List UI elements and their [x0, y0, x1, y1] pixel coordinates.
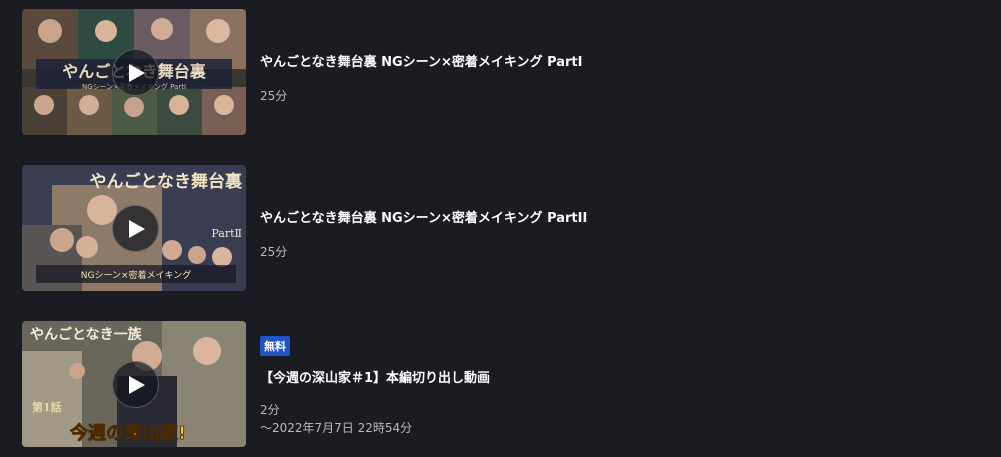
play-button[interactable]	[112, 205, 159, 252]
episode-duration: 2分	[260, 403, 280, 417]
episode-duration: 25分	[260, 245, 288, 259]
episode-title[interactable]: やんごとなき舞台裏 NGシーン×密着メイキング PartI	[260, 51, 582, 70]
episode-thumbnail[interactable]: やんごとなき舞台裏 NGシーン×密着メイキング PartⅠ	[22, 9, 246, 135]
thumbnail-title-text: やんごとなき舞台裏	[90, 171, 243, 192]
play-icon	[129, 375, 145, 394]
thumbnail-caption-text: 今週の深山家!	[70, 422, 186, 444]
thumbnail-title-text: やんごとなき一族	[30, 326, 143, 343]
episode-duration: 25分	[260, 89, 288, 103]
play-icon	[129, 63, 145, 82]
episode-info: やんごとなき舞台裏 NGシーン×密着メイキング PartII 25分	[260, 165, 900, 291]
episode-thumbnail[interactable]: やんごとなき一族 第1話 今週の深山家!	[22, 321, 246, 447]
play-button[interactable]	[112, 361, 159, 408]
play-button[interactable]	[112, 49, 159, 96]
episode-list: やんごとなき舞台裏 NGシーン×密着メイキング PartⅠ やんごとなき舞台裏 …	[0, 0, 1001, 457]
episode-title[interactable]: やんごとなき舞台裏 NGシーン×密着メイキング PartII	[260, 207, 587, 226]
episode-item[interactable]: やんごとなき舞台裏 PartⅡ NGシーン×密着メイキング やんごとなき舞台裏 …	[22, 165, 922, 291]
episode-item[interactable]: やんごとなき一族 第1話 今週の深山家! 無料 【今週の深山家＃1】本編切り出し…	[22, 321, 922, 447]
episode-info: 無料 【今週の深山家＃1】本編切り出し動画 2分 〜2022年7月7日 22時5…	[260, 321, 900, 447]
thumbnail-episode-text: 第1話	[32, 400, 62, 414]
thumbnail-subtitle-text: NGシーン×密着メイキング	[81, 269, 192, 281]
thumbnail-part-text: PartⅡ	[211, 227, 242, 240]
free-badge: 無料	[260, 336, 290, 356]
episode-item[interactable]: やんごとなき舞台裏 NGシーン×密着メイキング PartⅠ やんごとなき舞台裏 …	[22, 9, 922, 135]
availability-period: 〜2022年7月7日 22時54分	[260, 421, 413, 435]
episode-thumbnail[interactable]: やんごとなき舞台裏 PartⅡ NGシーン×密着メイキング	[22, 165, 246, 291]
episode-title[interactable]: 【今週の深山家＃1】本編切り出し動画	[260, 367, 490, 386]
play-icon	[129, 219, 145, 238]
episode-info: やんごとなき舞台裏 NGシーン×密着メイキング PartI 25分	[260, 9, 900, 135]
